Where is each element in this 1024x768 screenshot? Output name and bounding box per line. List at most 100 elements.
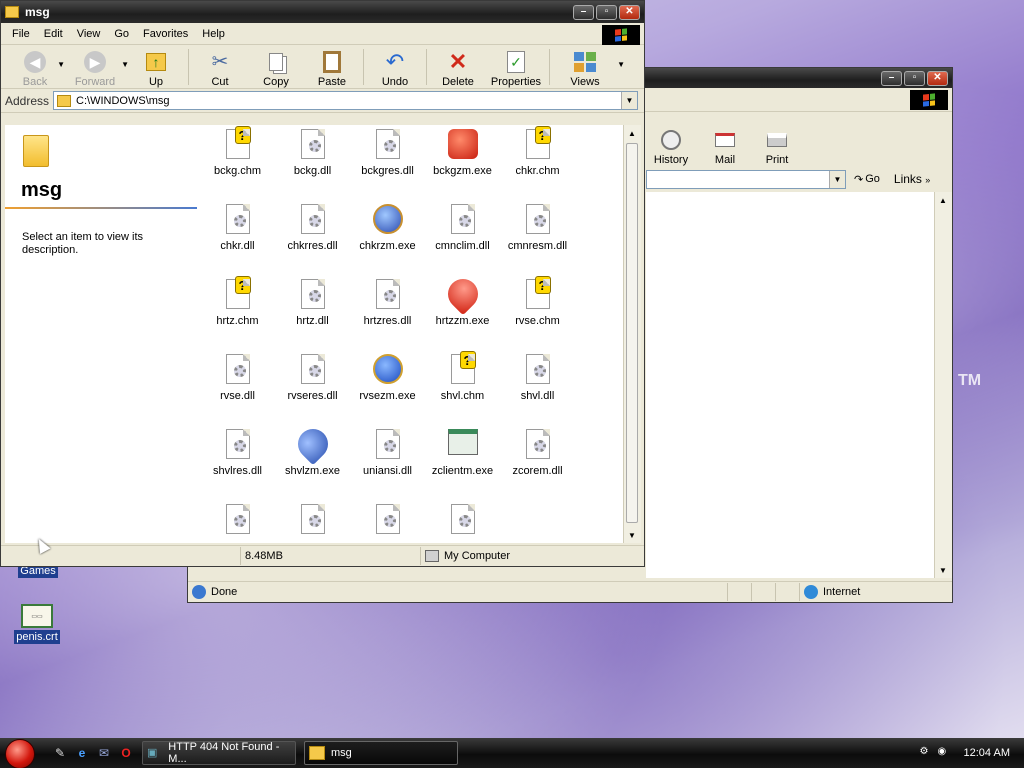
- mail-icon[interactable]: ✉: [96, 745, 112, 761]
- go-button[interactable]: ↷ Go: [854, 173, 880, 186]
- file-item[interactable]: cmnresm.dll: [500, 204, 575, 252]
- menu-favorites[interactable]: Favorites: [136, 28, 195, 40]
- tray-app-icon[interactable]: ⚙: [920, 746, 934, 760]
- dll-file-icon: [375, 129, 400, 159]
- file-item[interactable]: chkrres.dll: [275, 204, 350, 252]
- scroll-up-icon[interactable]: ▲: [935, 192, 951, 208]
- printer-icon: [765, 128, 789, 152]
- desktop-icon-certificate[interactable]: ▭▭ penis.crt: [7, 604, 67, 644]
- minimize-button[interactable]: –: [573, 4, 594, 20]
- panel-description: Select an item to view its description.: [22, 231, 144, 256]
- file-item[interactable]: shvlzm.exe: [275, 422, 350, 477]
- forward-label: Forward: [74, 75, 116, 88]
- scroll-down-icon[interactable]: ▼: [935, 562, 951, 578]
- volume-icon[interactable]: ◉: [938, 746, 952, 760]
- file-item[interactable]: shvlres.dll: [200, 429, 275, 477]
- file-item[interactable]: rvse.dll: [200, 354, 275, 402]
- explorer-window[interactable]: msg – ▫ ✕ File Edit View Go Favorites Help ◀ …: [0, 0, 645, 567]
- copy-label: Copy: [263, 75, 289, 88]
- close-button[interactable]: ✕: [619, 4, 640, 20]
- scroll-thumb[interactable]: [626, 143, 638, 523]
- file-item[interactable]: ? rvse.chm: [500, 276, 575, 327]
- file-item[interactable]: ? shvl.chm: [425, 351, 500, 402]
- file-item[interactable]: [200, 504, 275, 540]
- maximize-button[interactable]: ▫: [904, 70, 925, 86]
- file-item[interactable]: [350, 504, 425, 540]
- browser-page[interactable]: [646, 192, 936, 578]
- explorer-titlebar[interactable]: msg – ▫ ✕: [1, 1, 644, 23]
- forward-button[interactable]: ▶ Forward ▼: [63, 46, 129, 88]
- clock[interactable]: 12:04 AM: [964, 747, 1010, 759]
- go-arrow-icon: ↷: [854, 173, 864, 186]
- file-item[interactable]: hrtzres.dll: [350, 279, 425, 327]
- start-button[interactable]: [0, 738, 36, 768]
- undo-button[interactable]: ↶ Undo: [367, 46, 423, 88]
- show-desktop-icon[interactable]: ✎: [52, 745, 68, 761]
- file-item[interactable]: rvsezm.exe: [350, 354, 425, 402]
- paste-button[interactable]: Paste: [304, 46, 360, 88]
- file-name: rvsezm.exe: [359, 390, 416, 402]
- file-item[interactable]: rvseres.dll: [275, 354, 350, 402]
- file-item[interactable]: hrtzzm.exe: [425, 272, 500, 327]
- file-item[interactable]: chkrzm.exe: [350, 204, 425, 252]
- browser-scrollbar[interactable]: ▲ ▼: [934, 192, 952, 578]
- menu-edit[interactable]: Edit: [37, 28, 70, 40]
- file-item[interactable]: hrtz.dll: [275, 279, 350, 327]
- folder-icon: [57, 94, 72, 107]
- file-item[interactable]: ? bckg.chm: [200, 126, 275, 177]
- links-button[interactable]: Links »: [894, 172, 930, 186]
- file-item[interactable]: ? hrtz.chm: [200, 276, 275, 327]
- copy-button[interactable]: Copy: [248, 46, 304, 88]
- cut-button[interactable]: ✂ Cut: [192, 46, 248, 88]
- address-input[interactable]: C:\WINDOWS\msg ▼: [53, 91, 638, 110]
- file-item[interactable]: bckg.dll: [275, 129, 350, 177]
- print-button[interactable]: Print: [754, 124, 800, 166]
- chevron-down-icon[interactable]: ▼: [621, 92, 637, 109]
- properties-button[interactable]: ✓ Properties: [486, 46, 546, 88]
- task-label: HTTP 404 Not Found - M...: [168, 741, 280, 765]
- file-item[interactable]: shvl.dll: [500, 354, 575, 402]
- file-item[interactable]: chkr.dll: [200, 204, 275, 252]
- explorer-scrollbar[interactable]: ▲ ▼: [623, 125, 641, 543]
- file-item[interactable]: zcorem.dll: [500, 429, 575, 477]
- task-msg[interactable]: msg: [304, 741, 458, 765]
- certificate-icon: ▭▭: [21, 604, 53, 628]
- maximize-button[interactable]: ▫: [596, 4, 617, 20]
- file-item[interactable]: zclientm.exe: [425, 429, 500, 477]
- file-item[interactable]: [425, 504, 500, 540]
- back-button[interactable]: ◀ Back ▼: [7, 46, 65, 88]
- browser-address-input[interactable]: ▼: [646, 169, 846, 189]
- file-item[interactable]: uniansi.dll: [350, 429, 425, 477]
- file-item[interactable]: bckgzm.exe: [425, 129, 500, 177]
- explorer-content[interactable]: msg Select an item to view its descripti…: [5, 125, 623, 543]
- up-button[interactable]: ↑ Up: [127, 46, 185, 88]
- file-item[interactable]: [275, 504, 350, 540]
- system-tray: ⚙ ◉ 12:04 AM: [920, 746, 1024, 760]
- delete-button[interactable]: ✕ Delete: [430, 46, 486, 88]
- minimize-button[interactable]: –: [881, 70, 902, 86]
- menu-help[interactable]: Help: [195, 28, 232, 40]
- explorer-addressbar: Address C:\WINDOWS\msg ▼: [1, 89, 644, 113]
- file-name: shvlzm.exe: [284, 465, 341, 477]
- chevron-down-icon[interactable]: ▼: [829, 170, 845, 188]
- close-button[interactable]: ✕: [927, 70, 948, 86]
- mail-button[interactable]: Mail: [696, 124, 754, 166]
- menu-file[interactable]: File: [5, 28, 37, 40]
- explorer-toolbar: ◀ Back ▼ ▶ Forward ▼ ↑ Up ✂ Cut Copy Pas…: [1, 45, 644, 89]
- task-browser[interactable]: ▣ HTTP 404 Not Found - M...: [142, 741, 296, 765]
- window-title: msg: [25, 5, 50, 19]
- scroll-up-icon[interactable]: ▲: [624, 125, 640, 141]
- opera-icon[interactable]: O: [118, 745, 134, 761]
- scroll-down-icon[interactable]: ▼: [624, 527, 640, 543]
- file-item[interactable]: cmnclim.dll: [425, 204, 500, 252]
- chevron-down-icon[interactable]: ▼: [617, 60, 625, 69]
- folder-icon: [309, 746, 325, 760]
- menu-go[interactable]: Go: [107, 28, 136, 40]
- file-item[interactable]: ? chkr.chm: [500, 126, 575, 177]
- menu-view[interactable]: View: [70, 28, 108, 40]
- file-item[interactable]: bckgres.dll: [350, 129, 425, 177]
- help-file-icon: ?: [525, 276, 551, 309]
- history-button[interactable]: History: [646, 124, 696, 166]
- views-button[interactable]: Views ▼: [553, 46, 625, 88]
- internet-explorer-icon[interactable]: e: [74, 745, 90, 761]
